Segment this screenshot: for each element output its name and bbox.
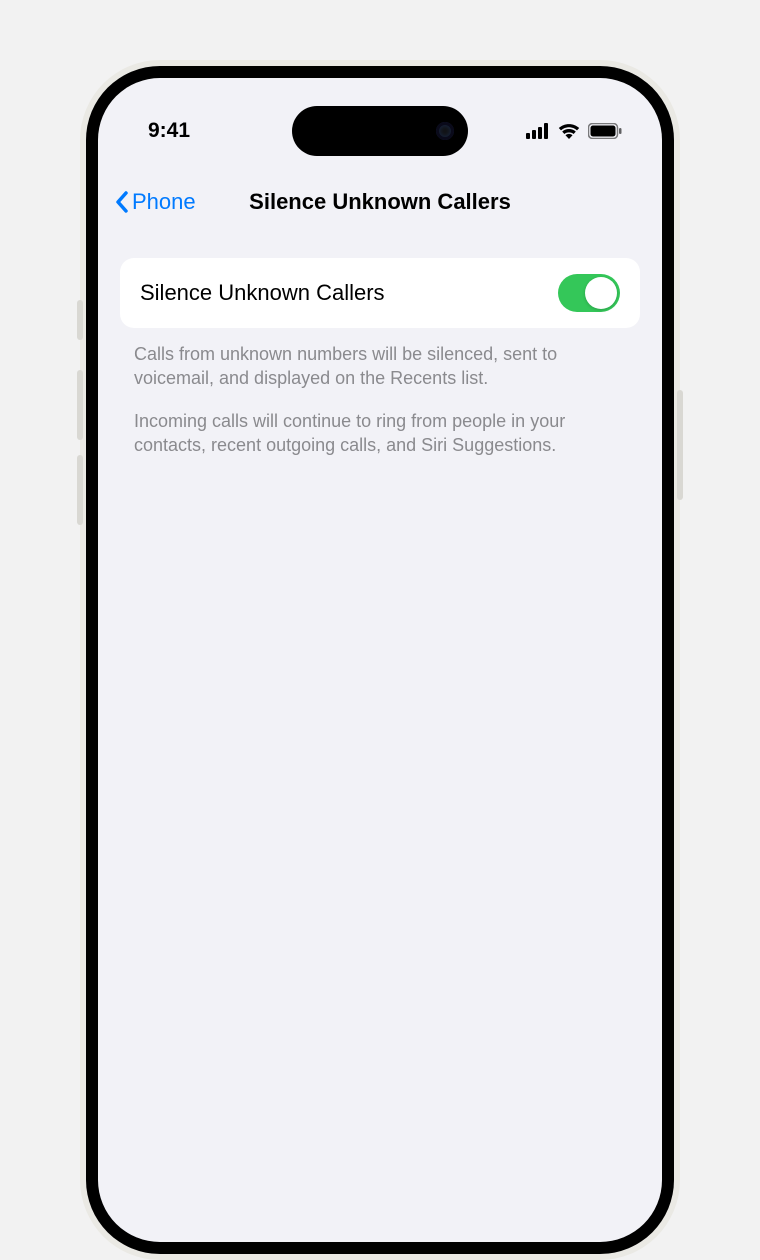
cellular-icon: [526, 123, 550, 139]
silence-unknown-callers-row[interactable]: Silence Unknown Callers: [120, 258, 640, 328]
footer-paragraph-1: Calls from unknown numbers will be silen…: [134, 342, 626, 391]
front-camera: [436, 122, 454, 140]
status-time: 9:41: [148, 119, 190, 143]
wifi-icon: [558, 123, 580, 139]
back-button[interactable]: Phone: [114, 189, 196, 215]
power-button[interactable]: [677, 390, 683, 500]
setting-label: Silence Unknown Callers: [140, 280, 385, 306]
toggle-knob: [585, 277, 617, 309]
volume-up-button[interactable]: [77, 370, 83, 440]
dynamic-island: [292, 106, 468, 156]
volume-down-button[interactable]: [77, 455, 83, 525]
chevron-left-icon: [114, 190, 130, 214]
mute-switch[interactable]: [77, 300, 83, 340]
back-label: Phone: [132, 189, 196, 215]
silence-unknown-callers-toggle[interactable]: [558, 274, 620, 312]
phone-bezel: 9:41: [86, 66, 674, 1254]
battery-icon: [588, 123, 622, 139]
nav-bar: Phone Silence Unknown Callers: [98, 178, 662, 226]
phone-frame: 9:41: [80, 60, 680, 1260]
status-indicators: [526, 123, 622, 139]
footer-paragraph-2: Incoming calls will continue to ring fro…: [134, 409, 626, 458]
content: Silence Unknown Callers Calls from unkno…: [98, 258, 662, 475]
setting-footer: Calls from unknown numbers will be silen…: [120, 328, 640, 457]
phone-screen: 9:41: [98, 78, 662, 1242]
